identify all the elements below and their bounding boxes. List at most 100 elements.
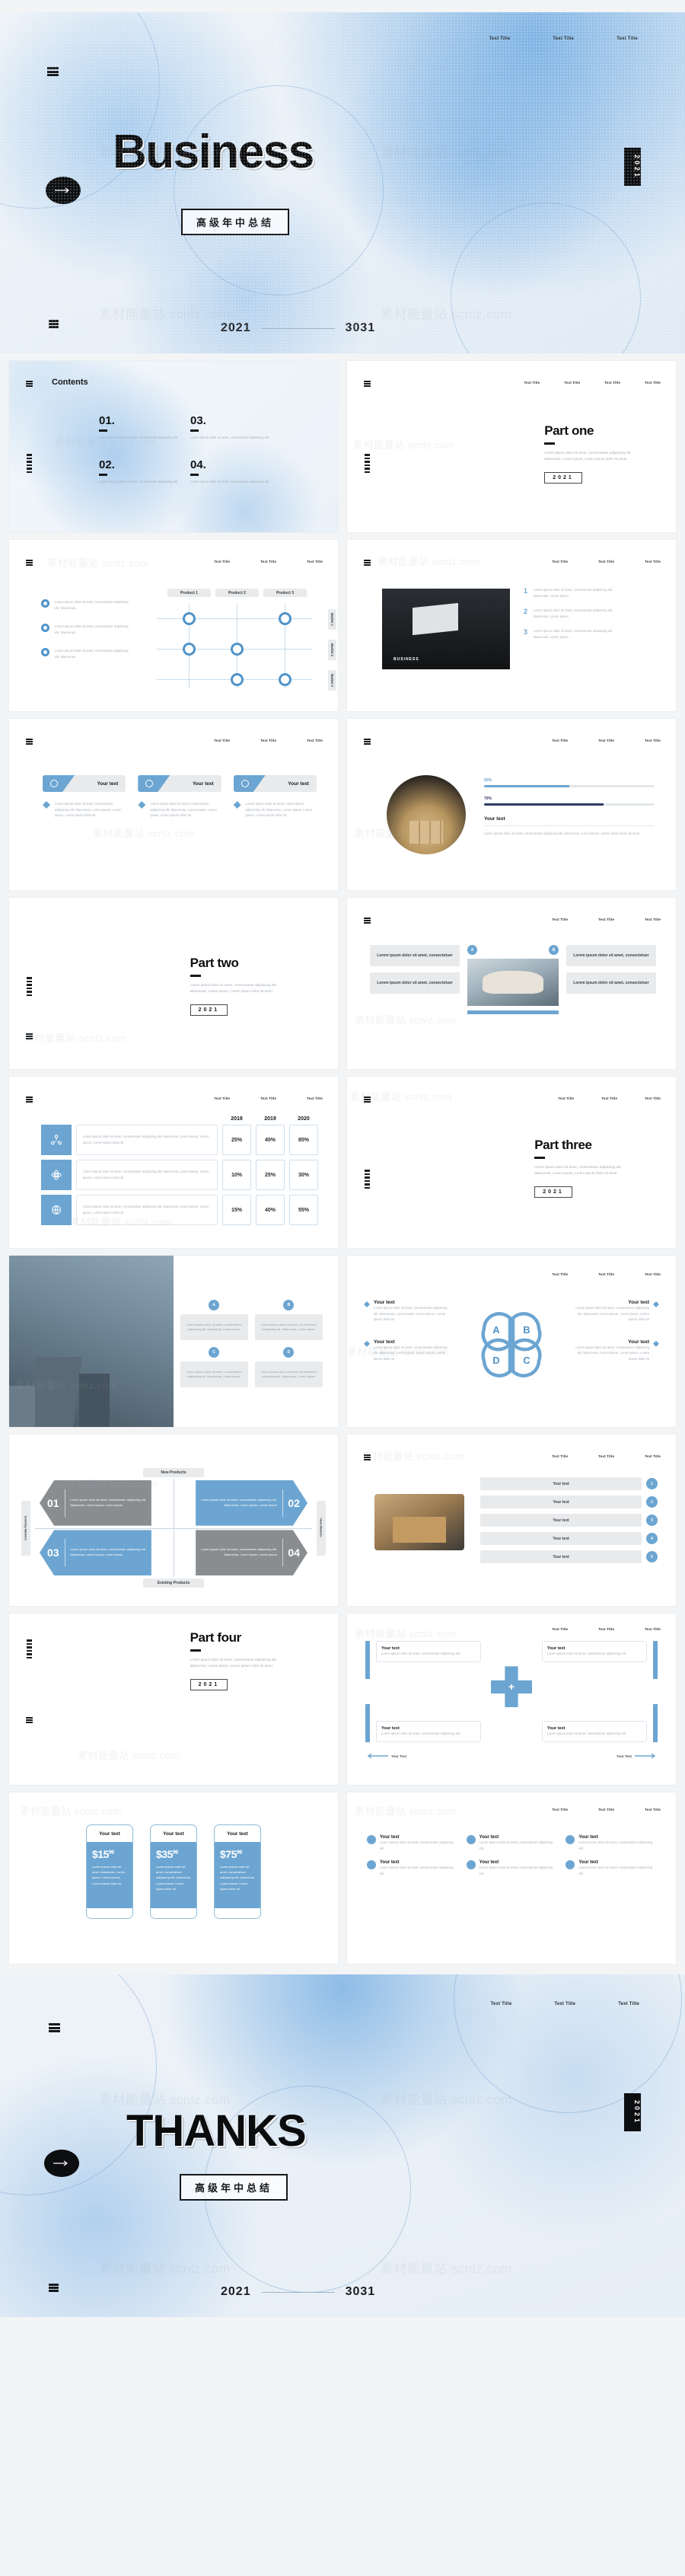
menu-icon[interactable] (47, 67, 59, 76)
slide-part-four[interactable]: Part four Lorem ipsum dolor sit amet, co… (9, 1614, 338, 1785)
nav-item[interactable]: Text Title (214, 560, 230, 563)
cross-card[interactable]: Your text Lorem ipsum dolor sit amet, co… (541, 1721, 647, 1742)
nav-item[interactable]: Text Title (601, 1096, 617, 1100)
pricing-card[interactable]: Your text $3599 Lorem ipsum dolor sit am… (150, 1824, 197, 1919)
speech-card[interactable]: Your text Lorem ipsum dolor sit amet, co… (138, 775, 221, 819)
nav-item[interactable]: Text Title (260, 1096, 276, 1100)
ab-cell[interactable]: Lorem ipsum dolor sit amet, consectetuer (566, 972, 656, 994)
nav-item[interactable]: Text Title (645, 381, 661, 385)
pricing-card[interactable]: Your text $1599 Lorem ipsum dolor sit am… (86, 1824, 133, 1919)
slide-ansoff-matrix[interactable]: New Products Existing Products Existing … (9, 1435, 338, 1606)
slide-image-numbered-list[interactable]: Text Title Text Title Text Title BUSINES… (347, 540, 676, 711)
nav-item[interactable]: Text Title (307, 739, 323, 742)
list-item[interactable]: Your text 4 (480, 1532, 658, 1545)
speech-card[interactable]: Your text Lorem ipsum dolor sit amet, co… (43, 775, 126, 819)
menu-icon[interactable] (364, 381, 371, 387)
quadrant-04[interactable]: Lorem ipsum dolor sit amet, consectetuer… (196, 1530, 307, 1575)
nav-item[interactable]: Text Title (260, 739, 276, 742)
contents-item[interactable]: 04. Lorem ipsum dolor sit amet, consecte… (190, 458, 272, 484)
nav-item[interactable]: Text Title (645, 560, 661, 563)
slide-pricing[interactable]: Your text $1599 Lorem ipsum dolor sit am… (9, 1792, 338, 1964)
matrix-node[interactable] (183, 643, 196, 656)
cross-card[interactable]: Your text Lorem ipsum dolor sit amet, co… (376, 1721, 482, 1742)
city-card[interactable]: A Lorem ipsum dolor sit amet, consectetu… (180, 1300, 248, 1340)
matrix-node[interactable] (279, 673, 292, 686)
next-arrow-button[interactable] (44, 2150, 79, 2177)
matrix-node[interactable] (183, 612, 196, 625)
nav-item[interactable]: Text Title (554, 2002, 575, 2006)
city-card[interactable]: B Lorem ipsum dolor sit amet, consectetu… (254, 1300, 323, 1340)
nav-item[interactable]: Text Title (616, 37, 638, 41)
nav-item[interactable]: Text Title (553, 37, 574, 41)
matrix-node[interactable] (231, 643, 244, 656)
menu-icon[interactable] (364, 918, 371, 924)
nav-item[interactable]: Text Title (645, 1096, 661, 1100)
nav-item[interactable]: Text Title (552, 1272, 568, 1276)
ab-cell[interactable]: Lorem ipsum dolor sit amet, consectetuer (370, 945, 460, 966)
nav-item[interactable]: Text Title (645, 1627, 661, 1631)
nav-item[interactable]: Text Title (552, 739, 568, 742)
menu-icon-bottom[interactable] (49, 320, 59, 328)
menu-icon[interactable] (26, 560, 33, 566)
cross-card[interactable]: Your text Lorem ipsum dolor sit amet, co… (376, 1641, 482, 1662)
nav-item[interactable]: Text Title (598, 739, 614, 742)
nav-item[interactable]: Text Title (552, 560, 568, 563)
slide-clover[interactable]: Text Title Text Title Text Title Your te… (347, 1256, 676, 1427)
slide-progress[interactable]: Text Title Text Title Text Title 50% 70%… (347, 719, 676, 890)
list-item[interactable]: Your text 2 (480, 1495, 658, 1508)
nav-item[interactable]: Text Title (645, 1808, 661, 1811)
list-item[interactable]: Your text 3 (480, 1514, 658, 1527)
slide-part-three[interactable]: Text Title Text Title Text Title Part th… (347, 1077, 676, 1248)
slide-product-market-matrix[interactable]: Text Title Text Title Text Title Lorem i… (9, 540, 338, 711)
menu-icon[interactable] (364, 1454, 371, 1460)
contents-item[interactable]: 02. Lorem ipsum dolor sit amet, consecte… (99, 458, 181, 484)
nav-item[interactable]: Text Title (260, 560, 276, 563)
menu-icon[interactable] (26, 1096, 33, 1103)
matrix-node[interactable] (231, 673, 244, 686)
nav-item[interactable]: Text Title (598, 1808, 614, 1811)
quadrant-02[interactable]: Lorem ipsum dolor sit amet, consectetuer… (196, 1480, 307, 1526)
nav-item[interactable]: Text Title (618, 2002, 639, 2006)
cross-card[interactable]: Your text Lorem ipsum dolor sit amet, co… (541, 1641, 647, 1662)
slide-city-cards[interactable]: A Lorem ipsum dolor sit amet, consectetu… (9, 1256, 338, 1427)
quadrant-01[interactable]: 01 Lorem ipsum dolor sit amet, consectet… (40, 1480, 151, 1526)
city-card[interactable]: D Lorem ipsum dolor sit amet, consectetu… (254, 1347, 323, 1387)
slide-part-two[interactable]: Part two Lorem ipsum dolor sit amet, con… (9, 898, 338, 1069)
nav-item[interactable]: Text Title (552, 1808, 568, 1811)
list-item[interactable]: Your text 5 (480, 1550, 658, 1563)
slide-speech-cards[interactable]: Text Title Text Title Text Title Your te… (9, 719, 338, 890)
nav-item[interactable]: Text Title (564, 381, 580, 385)
speech-card[interactable]: Your text Lorem ipsum dolor sit amet, co… (233, 775, 317, 819)
nav-item[interactable]: Text Title (645, 1454, 661, 1458)
nav-item[interactable]: Text Title (604, 381, 620, 385)
nav-item[interactable]: Text Title (598, 1272, 614, 1276)
slide-part-one[interactable]: Text Title Text Title Text Title Text Ti… (347, 361, 676, 532)
slide-stats-table[interactable]: Text Title Text Title Text Title 2018 20… (9, 1077, 338, 1248)
slide-six-cards[interactable]: Text Title Text Title Text Title Your te… (347, 1792, 676, 1964)
menu-icon[interactable] (364, 1096, 371, 1103)
ab-cell[interactable]: Lorem ipsum dolor sit amet, consectetuer (566, 945, 656, 966)
nav-item[interactable]: Text Title (558, 1096, 574, 1100)
city-card[interactable]: C Lorem ipsum dolor sit amet, consectetu… (180, 1347, 248, 1387)
menu-icon[interactable] (26, 1033, 33, 1039)
nav-item[interactable]: Text Title (524, 381, 540, 385)
info-card[interactable]: Your text Lorem ipsum dolor sit amet, co… (566, 1860, 656, 1876)
nav-item[interactable]: Text Title (598, 1454, 614, 1458)
info-card[interactable]: Your text Lorem ipsum dolor sit amet, co… (466, 1835, 557, 1851)
menu-icon[interactable] (49, 2023, 60, 2032)
matrix-node[interactable] (279, 612, 292, 625)
nav-item[interactable]: Text Title (598, 918, 614, 921)
info-card[interactable]: Your text Lorem ipsum dolor sit amet, co… (367, 1860, 457, 1876)
list-item[interactable]: Your text 1 (480, 1477, 658, 1490)
nav-item[interactable]: Text Title (491, 2002, 512, 2006)
nav-item[interactable]: Text Title (307, 1096, 323, 1100)
nav-item[interactable]: Text Title (598, 560, 614, 563)
info-card[interactable]: Your text Lorem ipsum dolor sit amet, co… (367, 1835, 457, 1851)
quadrant-03[interactable]: 03 Lorem ipsum dolor sit amet, consectet… (40, 1530, 151, 1575)
slide-cross-layout[interactable]: Text Title Text Title Text Title Your te… (347, 1614, 676, 1785)
menu-icon[interactable] (364, 739, 371, 745)
nav-item[interactable]: Text Title (552, 918, 568, 921)
ab-cell[interactable]: Lorem ipsum dolor sit amet, consectetuer (370, 972, 460, 994)
slide-ranked-list[interactable]: Text Title Text Title Text Title Your te… (347, 1435, 676, 1606)
nav-item[interactable]: Text Title (552, 1454, 568, 1458)
